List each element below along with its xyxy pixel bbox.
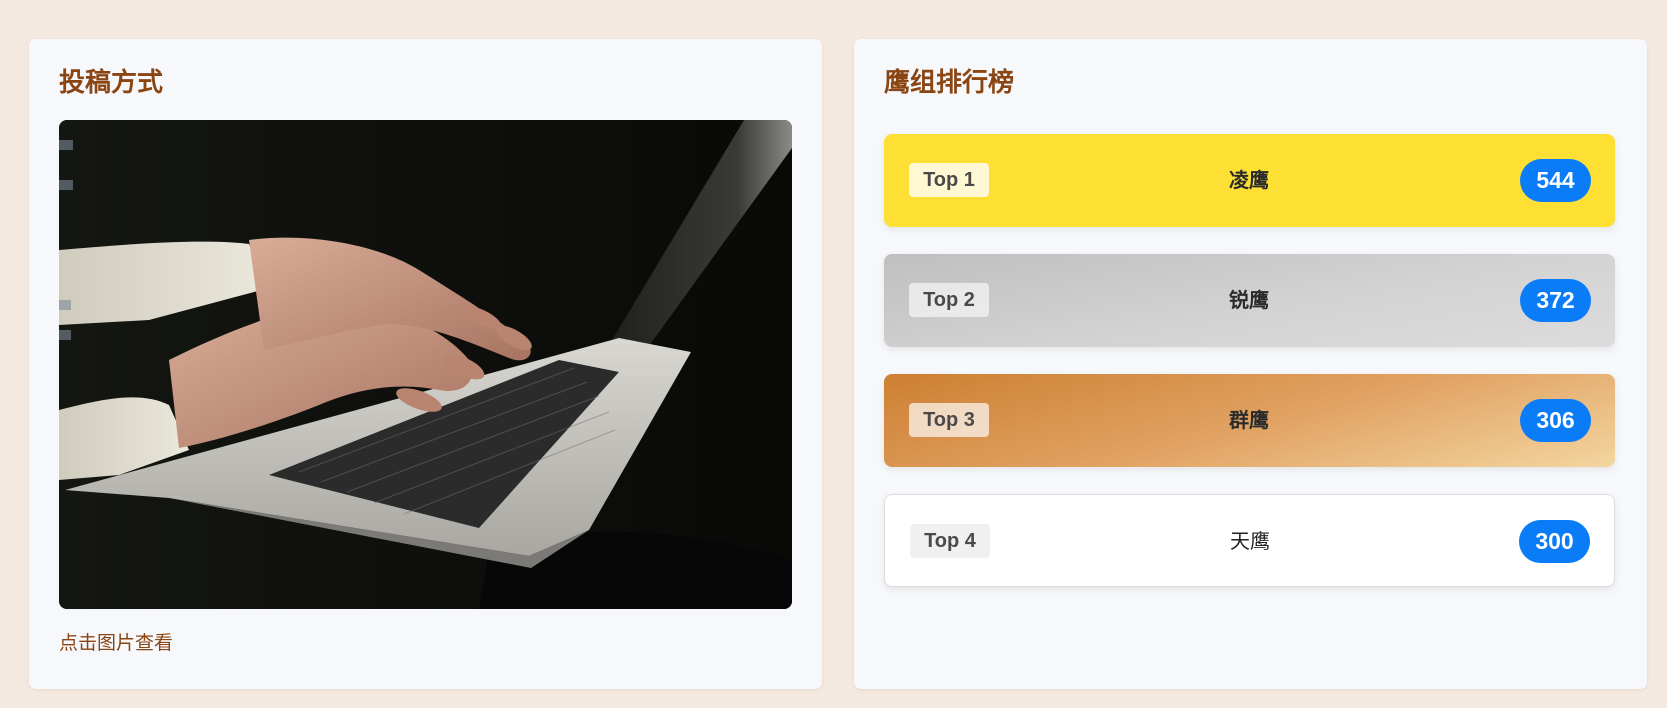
rank-label: Top 2 bbox=[909, 283, 989, 317]
rank-label: Top 3 bbox=[909, 403, 989, 437]
submission-title: 投稿方式 bbox=[59, 68, 164, 98]
leaderboard-list: Top 1 凌鹰 544 Top 2 锐鹰 372 Top 3 群鹰 306 T… bbox=[884, 134, 1615, 614]
score-badge: 306 bbox=[1520, 399, 1591, 442]
leaderboard-title: 鹰组排行榜 bbox=[884, 68, 1015, 98]
rank-label: Top 4 bbox=[910, 524, 990, 558]
leaderboard-card: 鹰组排行榜 Top 1 凌鹰 544 Top 2 锐鹰 372 Top 3 群鹰… bbox=[854, 39, 1647, 689]
leaderboard-row-2: Top 2 锐鹰 372 bbox=[884, 254, 1615, 347]
rank-label: Top 1 bbox=[909, 163, 989, 197]
team-name: 天鹰 bbox=[1230, 529, 1270, 553]
leaderboard-row-3: Top 3 群鹰 306 bbox=[884, 374, 1615, 467]
leaderboard-row-1: Top 1 凌鹰 544 bbox=[884, 134, 1615, 227]
team-name: 凌鹰 bbox=[1229, 168, 1269, 192]
score-badge: 544 bbox=[1520, 159, 1591, 202]
leaderboard-row-4: Top 4 天鹰 300 bbox=[884, 494, 1615, 587]
view-image-hint[interactable]: 点击图片查看 bbox=[59, 631, 173, 655]
team-name: 群鹰 bbox=[1229, 408, 1269, 432]
score-badge: 300 bbox=[1519, 520, 1590, 563]
submission-card: 投稿方式 点击图片查看 bbox=[29, 39, 822, 689]
laptop-typing-image[interactable] bbox=[59, 120, 792, 609]
score-badge: 372 bbox=[1520, 279, 1591, 322]
team-name: 锐鹰 bbox=[1229, 288, 1269, 312]
